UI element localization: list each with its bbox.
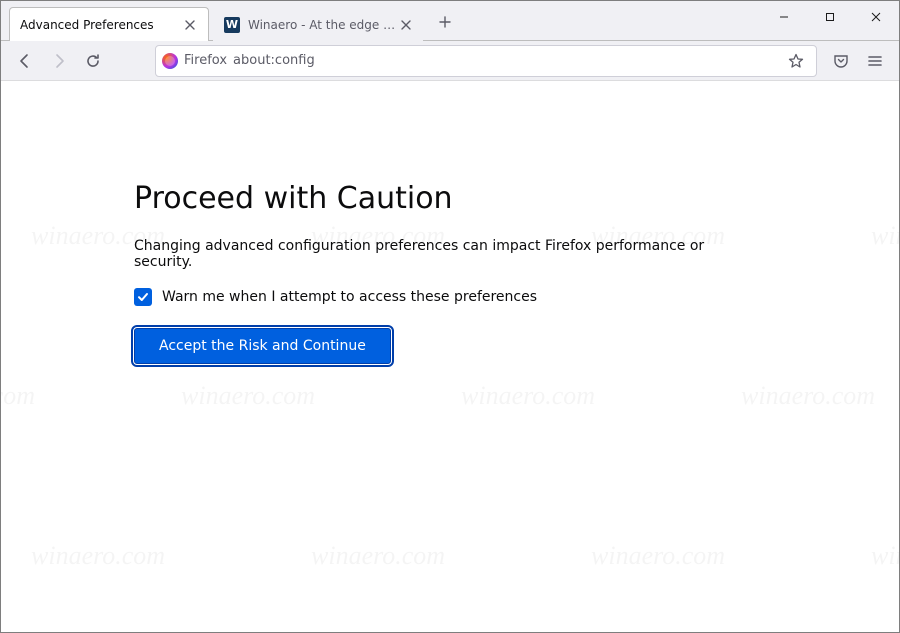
page-title: Proceed with Caution: [134, 181, 766, 216]
firefox-icon: [162, 53, 178, 69]
watermark-text: winaero.com: [31, 541, 165, 571]
window-minimize-button[interactable]: [761, 1, 807, 33]
app-menu-button[interactable]: [859, 45, 891, 77]
warn-checkbox-row[interactable]: Warn me when I attempt to access these p…: [134, 288, 766, 306]
pocket-save-icon[interactable]: [825, 45, 857, 77]
tab-inactive[interactable]: W Winaero - At the edge of tweak: [213, 7, 423, 41]
window-controls: [761, 1, 899, 33]
content-area: Proceed with Caution Changing advanced c…: [1, 81, 899, 632]
tab-title: Winaero - At the edge of tweak: [248, 18, 399, 32]
tab-strip: Advanced Preferences W Winaero - At the …: [1, 1, 899, 41]
watermark-text: winaero.com: [871, 221, 899, 251]
tab-close-icon[interactable]: [182, 17, 198, 33]
tab-close-icon[interactable]: [399, 17, 412, 33]
browser-window: Advanced Preferences W Winaero - At the …: [0, 0, 900, 633]
reload-button[interactable]: [77, 45, 109, 77]
accept-risk-button-label: Accept the Risk and Continue: [159, 338, 366, 354]
checkmark-icon: [137, 291, 149, 303]
navigation-toolbar: Firefox about:config: [1, 41, 899, 81]
tab-active[interactable]: Advanced Preferences: [9, 7, 209, 41]
watermark-text: winaero.com: [181, 381, 315, 411]
identity-box[interactable]: Firefox: [162, 53, 227, 69]
warning-description: Changing advanced configuration preferen…: [134, 238, 766, 270]
url-text: about:config: [233, 53, 315, 68]
tab-favicon: W: [224, 17, 240, 33]
watermark-text: winaero.com: [461, 381, 595, 411]
tab-favicon-letter: W: [226, 18, 238, 31]
watermark-text: winaero.com: [1, 381, 35, 411]
watermark-text: winaero.com: [871, 541, 899, 571]
forward-button[interactable]: [43, 45, 75, 77]
url-bar[interactable]: Firefox about:config: [155, 45, 817, 77]
warn-checkbox-label: Warn me when I attempt to access these p…: [162, 289, 537, 305]
tab-title: Advanced Preferences: [20, 18, 182, 32]
window-close-button[interactable]: [853, 1, 899, 33]
watermark-text: winaero.com: [591, 541, 725, 571]
bookmark-star-icon[interactable]: [782, 47, 810, 75]
about-config-warning: Proceed with Caution Changing advanced c…: [110, 81, 790, 364]
identity-label: Firefox: [184, 53, 227, 68]
window-maximize-button[interactable]: [807, 1, 853, 33]
new-tab-button[interactable]: [431, 8, 459, 36]
accept-risk-button[interactable]: Accept the Risk and Continue: [134, 328, 391, 364]
watermark-text: winaero.com: [311, 541, 445, 571]
back-button[interactable]: [9, 45, 41, 77]
warn-checkbox[interactable]: [134, 288, 152, 306]
watermark-text: winaero.com: [741, 381, 875, 411]
